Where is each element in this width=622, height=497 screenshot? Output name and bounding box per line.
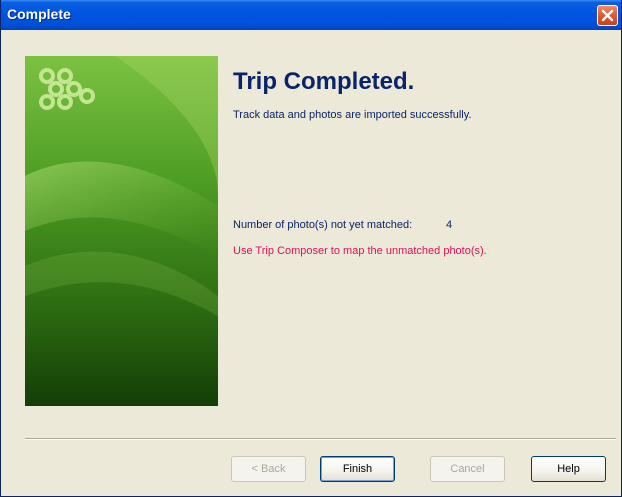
wizard-window: Complete Trip Completed. Track data and … <box>0 0 622 497</box>
title-bar[interactable]: Complete <box>1 0 621 30</box>
cancel-button[interactable]: Cancel <box>430 456 505 482</box>
page-title: Trip Completed. <box>233 68 415 95</box>
success-message: Track data and photos are imported succe… <box>233 109 472 121</box>
help-button[interactable]: Help <box>531 456 606 482</box>
window-title: Complete <box>7 6 71 22</box>
back-button[interactable]: < Back <box>231 456 306 482</box>
wizard-banner-image <box>25 56 218 406</box>
trip-composer-hint: Use Trip Composer to map the unmatched p… <box>233 245 487 257</box>
close-icon <box>601 9 614 22</box>
finish-button[interactable]: Finish <box>320 456 395 482</box>
unmatched-count-value: 4 <box>446 219 453 231</box>
close-button[interactable] <box>597 5 618 26</box>
unmatched-count-label: Number of photo(s) not yet matched: <box>233 219 413 231</box>
button-separator <box>25 438 616 440</box>
